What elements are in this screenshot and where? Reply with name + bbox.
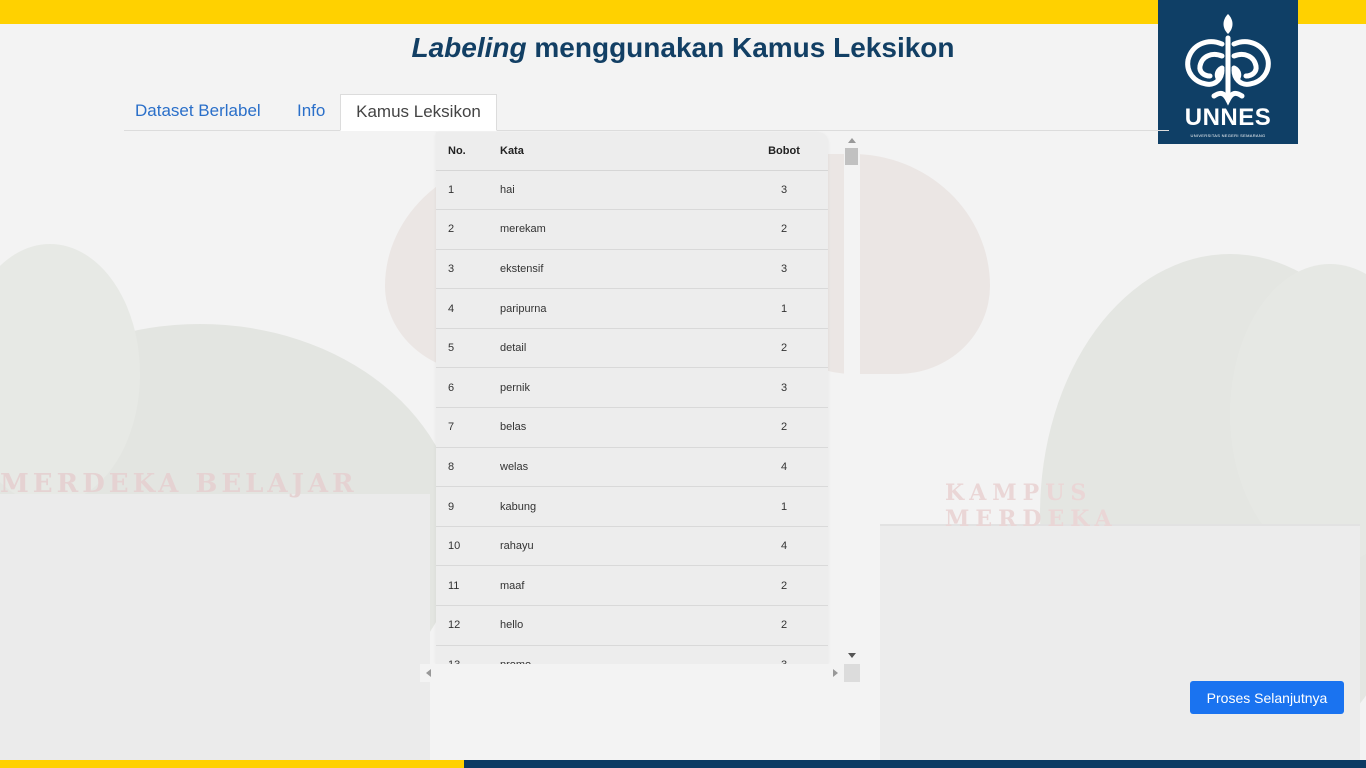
cell-kata: merekam — [500, 209, 750, 250]
background-sign: KAMPUS MERDEKA — [945, 480, 1118, 532]
cell-kata: hai — [500, 170, 750, 211]
table-row: 3 ekstensif 3 — [436, 249, 828, 290]
scroll-left-arrow-icon[interactable] — [426, 669, 431, 677]
cell-bobot: 2 — [750, 407, 828, 448]
cell-bobot: 3 — [750, 367, 828, 409]
cell-no: 5 — [436, 328, 500, 369]
scroll-down-arrow-icon[interactable] — [848, 653, 856, 658]
title-text: menggunakan Kamus Leksikon — [526, 32, 955, 63]
cell-kata: detail — [500, 328, 750, 369]
cell-no: 8 — [436, 447, 500, 488]
cell-bobot: 3 — [750, 170, 828, 211]
cell-kata: welas — [500, 447, 750, 488]
table-row: 13promo3 — [436, 645, 828, 664]
cell-kata: promo — [500, 645, 750, 664]
cell-no: 12 — [436, 605, 500, 646]
cell-bobot: 2 — [750, 565, 828, 607]
cell-no: 6 — [436, 367, 500, 409]
table-header-row: No. Kata Bobot — [436, 132, 828, 171]
scrollbar-corner — [844, 664, 860, 682]
cell-kata: pernik — [500, 367, 750, 409]
cell-no: 13 — [436, 645, 500, 664]
table-row: 11 maaf 2 — [436, 565, 828, 607]
lexicon-table: No. Kata Bobot 1 hai 3 2 merekam 2 3 ekstensi… — [436, 132, 828, 664]
tab-info[interactable]: Info — [286, 94, 336, 131]
cell-kata: ekstensif — [500, 249, 750, 290]
column-header-kata: Kata — [500, 132, 750, 171]
column-header-bobot: Bobot — [750, 132, 828, 171]
cell-bobot: 1 — [750, 288, 828, 329]
table-row: 8 welas 4 — [436, 447, 828, 488]
background-sign: MERDEKA BELAJAR — [0, 469, 358, 499]
table-row: 5 detail 2 — [436, 328, 828, 369]
title-emphasis: Labeling — [411, 32, 527, 63]
cell-bobot: 4 — [750, 447, 828, 488]
cell-kata: paripurna — [500, 288, 750, 329]
cell-kata: hello — [500, 605, 750, 646]
cell-bobot: 3 — [750, 249, 828, 290]
tab-kamus-leksikon[interactable]: Kamus Leksikon — [340, 94, 497, 131]
cell-no: 2 — [436, 209, 500, 250]
cell-no: 1 — [436, 170, 500, 211]
cell-no: 4 — [436, 288, 500, 329]
cell-bobot: 1 — [750, 486, 828, 527]
cell-bobot: 4 — [750, 526, 828, 567]
cell-no: 7 — [436, 407, 500, 448]
scroll-up-arrow-icon[interactable] — [848, 138, 856, 143]
background-building — [0, 494, 430, 760]
bottom-accent-yellow — [0, 760, 464, 768]
table-row: 9 kabung 1 — [436, 486, 828, 527]
table-row: 10 rahayu 4 — [436, 526, 828, 567]
unnes-emblem-icon — [1185, 14, 1271, 106]
scrollbar-thumb[interactable] — [845, 148, 858, 165]
vertical-scrollbar[interactable] — [844, 132, 860, 664]
bottom-accent-bar — [0, 760, 1366, 768]
lexicon-table-container: No. Kata Bobot 1 hai 3 2 merekam 2 3 ekstensi… — [436, 132, 828, 664]
table-row: 6 pernik 3 — [436, 367, 828, 409]
cell-kata: belas — [500, 407, 750, 448]
table-row: 1 hai 3 — [436, 170, 828, 211]
tab-bar: Dataset Berlabel Info Kamus Leksikon — [124, 94, 1169, 131]
cell-bobot: 2 — [750, 328, 828, 369]
table-row: 4 paripurna 1 — [436, 288, 828, 329]
cell-no: 3 — [436, 249, 500, 290]
cell-bobot: 3 — [750, 645, 828, 664]
table-row: 2 merekam 2 — [436, 209, 828, 250]
logo-subtitle: UNIVERSITAS NEGERI SEMARANG — [1190, 133, 1266, 138]
cell-bobot: 2 — [750, 605, 828, 646]
logo-name: UNNES — [1184, 104, 1272, 131]
table-row: 7 belas 2 — [436, 407, 828, 448]
cell-bobot: 2 — [750, 209, 828, 250]
table-row: 12 hello 2 — [436, 605, 828, 646]
cell-kata: kabung — [500, 486, 750, 527]
cell-no: 10 — [436, 526, 500, 567]
tab-dataset-berlabel[interactable]: Dataset Berlabel — [124, 94, 272, 131]
cell-kata: rahayu — [500, 526, 750, 567]
cell-no: 11 — [436, 565, 500, 607]
column-header-no: No. — [436, 132, 500, 171]
cell-kata: maaf — [500, 565, 750, 607]
scroll-right-arrow-icon[interactable] — [833, 669, 838, 677]
next-process-button[interactable]: Proses Selanjutnya — [1190, 681, 1344, 714]
unnes-logo: UNNES UNIVERSITAS NEGERI SEMARANG — [1158, 0, 1298, 144]
cell-no: 9 — [436, 486, 500, 527]
background-building — [880, 524, 1360, 760]
horizontal-scrollbar[interactable] — [420, 664, 844, 682]
